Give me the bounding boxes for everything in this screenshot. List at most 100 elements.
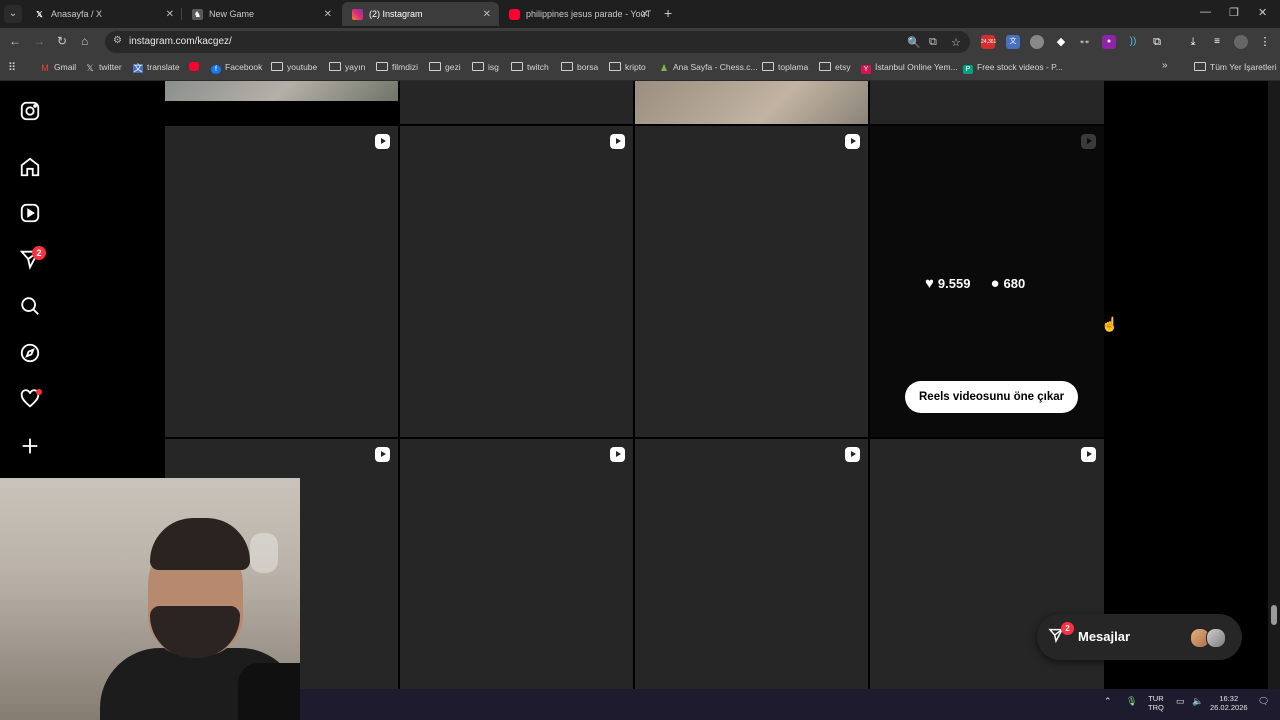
post-thumbnail[interactable] <box>635 81 868 124</box>
folder-icon <box>762 62 774 71</box>
reel-icon <box>1081 447 1096 462</box>
bookmark-twitter[interactable]: 𝕏twitter <box>85 62 121 73</box>
close-window-icon[interactable]: ✕ <box>1258 6 1267 19</box>
profile-avatar[interactable] <box>1234 35 1248 49</box>
comments-count: ● 680 <box>990 275 1026 292</box>
close-icon[interactable]: ✕ <box>483 9 491 20</box>
minimize-icon[interactable]: — <box>1200 6 1211 18</box>
tab-instagram[interactable]: (2) Instagram ✕ <box>342 2 499 26</box>
bookmark-chess[interactable]: ♟ Ana Sayfa - Chess.c... <box>659 62 758 73</box>
glasses-extension-icon[interactable]: 👓 <box>1078 35 1092 49</box>
post-thumbnail[interactable] <box>400 81 633 124</box>
bookmark-gmail[interactable]: M Gmail <box>40 62 76 73</box>
bookmark-pexels[interactable]: P Free stock videos - P... <box>963 62 1063 74</box>
diamond-extension-icon[interactable]: ◆ <box>1054 35 1068 49</box>
restore-icon[interactable]: ❐ <box>1229 6 1239 19</box>
reload-icon[interactable]: ↻ <box>57 34 67 48</box>
page-scrollbar[interactable] <box>1268 81 1280 689</box>
gaming-chair <box>238 663 300 720</box>
bookmark-youtube-icon[interactable] <box>189 62 203 72</box>
explore-icon[interactable] <box>19 342 41 364</box>
back-icon[interactable]: ← <box>9 34 21 48</box>
reel-post[interactable] <box>635 126 868 437</box>
home-icon[interactable]: ⌂ <box>81 34 88 48</box>
boost-reel-button[interactable]: Reels videosunu öne çıkar <box>905 381 1079 413</box>
input-language[interactable]: TUR TRQ <box>1148 694 1164 712</box>
reel-post[interactable] <box>635 439 868 689</box>
translate-extension-icon[interactable]: 文 <box>1006 35 1020 49</box>
address-bar[interactable]: ⚙ instagram.com/kacgez/ 🔍 ⧉ ☆ <box>105 31 970 53</box>
network-icon[interactable]: ▭ <box>1176 696 1185 707</box>
post-thumbnail[interactable] <box>165 81 398 101</box>
extension-counter-icon[interactable]: 24,361 <box>981 35 996 49</box>
messages-dock[interactable]: 2 Mesajlar <box>1037 614 1242 660</box>
volume-icon[interactable]: 🔈 <box>1192 696 1203 707</box>
media-control-icon[interactable]: ≡ <box>1210 35 1224 49</box>
bookmark-star-icon[interactable]: ☆ <box>951 36 961 49</box>
apps-icon[interactable]: ⠿ <box>8 61 16 74</box>
clock[interactable]: 16:32 26.02.2026 <box>1210 694 1248 712</box>
messages-dock-badge: 2 <box>1061 622 1074 635</box>
zoom-icon[interactable]: 🔍 <box>907 36 921 49</box>
post-stats: ♥ 9.559 ● 680 <box>925 275 1025 292</box>
folder-icon <box>472 62 484 71</box>
purple-extension-icon[interactable]: ● <box>1102 35 1116 49</box>
download-icon[interactable]: ⤓ <box>1186 35 1200 49</box>
bookmark-folder-twitch[interactable]: twitch <box>511 62 549 72</box>
bookmark-facebook[interactable]: f Facebook <box>211 62 262 74</box>
bookmark-folder-borsa[interactable]: borsa <box>561 62 598 72</box>
notification-center-icon[interactable]: 🗨 <box>1258 696 1269 707</box>
reel-post[interactable] <box>165 126 398 437</box>
folder-icon <box>376 62 388 71</box>
microphone-icon[interactable]: 🎙 <box>1126 696 1137 707</box>
bookmark-folder-etsy[interactable]: etsy <box>819 62 851 72</box>
bookmark-folder-kripto[interactable]: kripto <box>609 62 646 72</box>
new-tab-button[interactable]: + <box>664 5 672 21</box>
bookmark-folder-toplama[interactable]: toplama <box>762 62 808 72</box>
avatar <box>1206 628 1226 648</box>
tab-search-button[interactable]: ⌄ <box>4 5 22 23</box>
webcam-overlay <box>0 478 300 720</box>
bookmark-yemeksepeti[interactable]: Y İstanbul Online Yem... <box>861 62 958 74</box>
search-icon[interactable] <box>19 295 41 317</box>
home-icon[interactable] <box>19 156 41 178</box>
post-thumbnail[interactable] <box>870 81 1104 124</box>
extension-icon[interactable] <box>1030 35 1044 49</box>
bookmark-folder-isg[interactable]: isg <box>472 62 499 72</box>
bookmark-folder-gezi[interactable]: gezi <box>429 62 461 72</box>
close-icon[interactable]: ✕ <box>324 9 332 20</box>
puzzle-icon[interactable]: ⧉ <box>1150 35 1164 49</box>
scrollbar-thumb[interactable] <box>1271 605 1277 625</box>
more-bookmarks-icon[interactable]: » <box>1162 60 1168 71</box>
bookmark-folder-youtube[interactable]: youtube <box>271 62 317 72</box>
tab-x[interactable]: 𝕏 Anasayfa / X ✕ <box>24 2 182 26</box>
bookmark-folder-yayin[interactable]: yayın <box>329 62 365 72</box>
create-plus-icon[interactable] <box>19 435 41 457</box>
reel-post[interactable] <box>400 126 633 437</box>
tab-new-game[interactable]: ♞ New Game ✕ <box>182 2 340 26</box>
show-hidden-icons[interactable]: ⌃ <box>1104 696 1112 707</box>
folder-icon <box>609 62 621 71</box>
instagram-logo-icon[interactable] <box>19 100 41 122</box>
bookmark-folder-filmdizi[interactable]: filmdizi <box>376 62 418 72</box>
folder-icon <box>429 62 441 71</box>
close-icon[interactable]: ✕ <box>641 9 649 20</box>
x-icon: 𝕏 <box>86 63 94 73</box>
all-bookmarks[interactable]: Tüm Yer İşaretleri <box>1194 62 1277 72</box>
audio-extension-icon[interactable]: )) <box>1126 35 1140 49</box>
reel-post-hovered[interactable]: ♥ 9.559 ● 680 Reels videosunu öne çıkar <box>870 126 1104 437</box>
reel-post[interactable] <box>400 439 633 689</box>
notification-dot <box>36 389 42 395</box>
tab-title: (2) Instagram <box>369 9 423 19</box>
bookmark-translate[interactable]: 文 translate <box>133 62 180 73</box>
reels-icon[interactable] <box>19 202 41 224</box>
hand-cursor-icon: ☝ <box>1101 316 1119 332</box>
close-icon[interactable]: ✕ <box>166 9 174 20</box>
menu-icon[interactable]: ⋮ <box>1258 35 1272 49</box>
tab-youtube[interactable]: philippines jesus parade - YouT ✕ <box>499 2 657 26</box>
install-app-icon[interactable]: ⧉ <box>929 36 937 49</box>
forward-icon[interactable]: → <box>33 34 45 48</box>
folder-icon <box>329 62 341 71</box>
site-info-icon[interactable]: ⚙ <box>113 35 122 46</box>
gmail-icon: M <box>41 63 49 73</box>
